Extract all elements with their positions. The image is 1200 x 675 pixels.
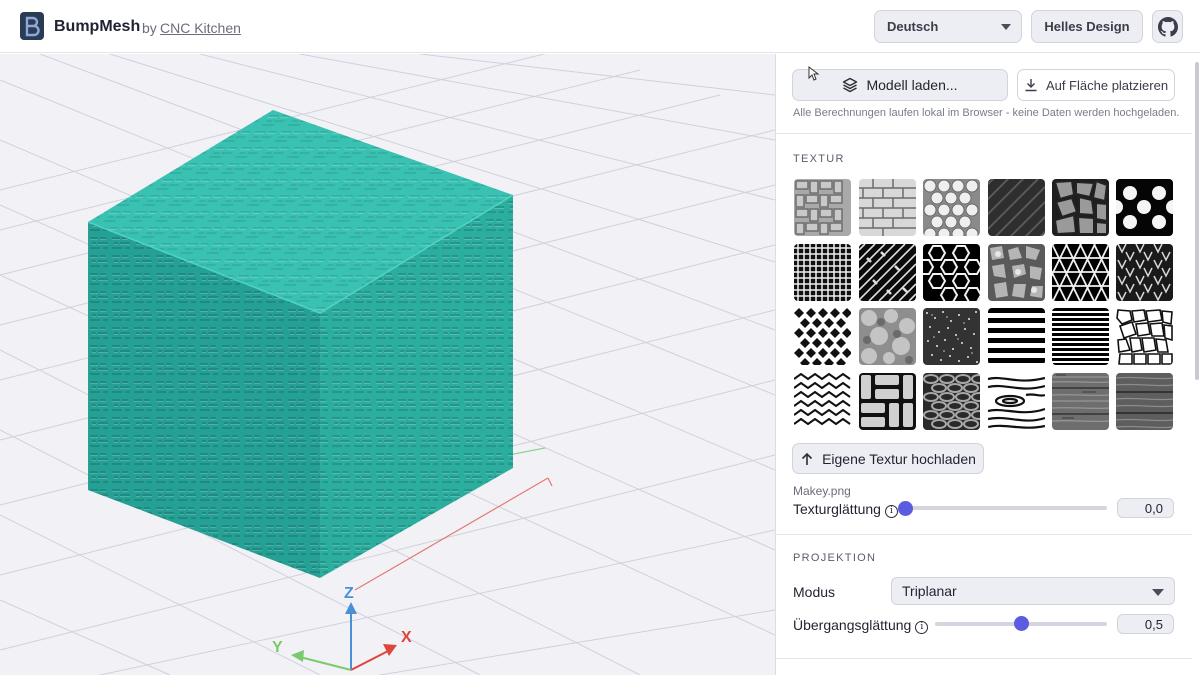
arrow-up-icon [801, 452, 813, 465]
place-on-face-label: Auf Fläche platzieren [1045, 77, 1169, 93]
section-divider [776, 534, 1192, 535]
app-header: BumpMesh by CNC Kitchen Deutsch Helles D… [0, 0, 1200, 53]
texture-swatch-horizontal-stripes[interactable] [988, 308, 1045, 365]
texture-smoothing-slider-thumb[interactable] [897, 501, 913, 516]
texture-swatch-knit[interactable] [1116, 244, 1173, 301]
upload-texture-label: Eigene Textur hochladen [822, 450, 976, 467]
axis-y-label: Y [272, 639, 283, 656]
chevron-down-icon [1152, 589, 1164, 596]
theme-toggle-button[interactable]: Helles Design [1031, 10, 1143, 43]
texture-swatch-wood-dark[interactable] [1116, 373, 1173, 430]
load-model-button[interactable]: Modell laden... [792, 69, 1008, 101]
projection-section-title: PROJEKTION [793, 552, 877, 564]
projection-mode-label: Modus [793, 584, 836, 600]
textured-cube-mesh[interactable] [87, 110, 514, 578]
texture-smoothing-row: Texturglättung i [793, 501, 898, 518]
texture-swatch-wood-planks[interactable] [1052, 373, 1109, 430]
texture-swatch-crackle[interactable] [988, 244, 1045, 301]
texture-swatch-hexagons[interactable] [923, 244, 980, 301]
mouse-cursor-icon [808, 66, 820, 81]
texture-swatch-fine-noise[interactable] [923, 308, 980, 365]
load-model-label: Modell laden... [866, 77, 958, 93]
texture-file-name: Makey.png [793, 484, 851, 498]
transition-smoothing-value[interactable]: 0,5 [1117, 614, 1174, 634]
section-divider [776, 133, 1192, 134]
app-title: BumpMesh [54, 18, 141, 35]
language-select[interactable]: Deutsch [874, 10, 1022, 43]
info-icon[interactable]: i [915, 621, 929, 634]
github-icon [1157, 16, 1178, 37]
axis-gizmo [291, 602, 397, 671]
texture-swatch-diagonal-weave[interactable] [859, 244, 916, 301]
texture-swatch-triangles[interactable] [1052, 244, 1109, 301]
texture-swatch-carbon-fiber[interactable] [988, 179, 1045, 236]
chevron-down-icon [1001, 24, 1011, 30]
app-title-by: by [142, 20, 157, 36]
upload-texture-button[interactable]: Eigene Textur hochladen [792, 443, 984, 474]
language-select-value: Deutsch [887, 19, 939, 34]
download-icon [1025, 79, 1037, 92]
axis-z-label: Z [344, 585, 354, 602]
texture-smoothing-label: Texturglättung [793, 501, 881, 517]
texture-section-title: TEXTUR [793, 153, 845, 165]
place-on-face-button[interactable]: Auf Fläche platzieren [1017, 69, 1175, 101]
theme-toggle-label: Helles Design [1044, 19, 1130, 34]
section-divider [776, 658, 1192, 659]
3d-viewport[interactable]: Z X Y [0, 54, 775, 675]
scene-canvas[interactable]: Z X Y [0, 54, 775, 675]
axis-x-label: X [401, 629, 412, 646]
info-icon[interactable]: i [884, 505, 898, 518]
bumpmesh-logo-icon [20, 12, 44, 40]
layers-icon [843, 77, 858, 93]
texture-swatch-bricks[interactable] [859, 179, 916, 236]
github-button[interactable] [1152, 10, 1183, 43]
texture-smoothing-value[interactable]: 0,0 [1117, 498, 1174, 518]
texture-swatch-wood-grain[interactable] [988, 373, 1045, 430]
texture-swatch-chainmail[interactable] [923, 373, 980, 430]
texture-swatch-basket[interactable] [859, 373, 916, 430]
texture-swatch-voronoi-cells[interactable] [1116, 308, 1173, 365]
texture-swatch-fine-stripes[interactable] [1052, 308, 1109, 365]
texture-swatch-voronoi-stones[interactable] [1052, 179, 1109, 236]
texture-swatch-noise-blobs[interactable] [859, 308, 916, 365]
texture-smoothing-slider[interactable] [905, 506, 1107, 510]
texture-swatch-dots[interactable] [1116, 179, 1173, 236]
transition-smoothing-slider-thumb[interactable] [1013, 616, 1029, 631]
privacy-note: Alle Berechnungen laufen lokal im Browse… [793, 107, 1180, 119]
texture-swatch-chevron-scales[interactable] [794, 373, 851, 430]
author-link[interactable]: CNC Kitchen [160, 20, 241, 36]
transition-smoothing-row: Übergangsglättung i [793, 617, 929, 634]
panel-scrollbar[interactable] [1195, 62, 1199, 380]
projection-mode-select[interactable]: Triplanar [891, 577, 1175, 605]
texture-swatch-square-grid[interactable] [794, 244, 851, 301]
transition-smoothing-label: Übergangsglättung [793, 617, 912, 633]
texture-swatch-basket-weave[interactable] [794, 179, 851, 236]
texture-swatch-hex-bubbles[interactable] [923, 179, 980, 236]
projection-mode-value: Triplanar [902, 583, 957, 599]
texture-swatch-diamonds[interactable] [794, 308, 851, 365]
